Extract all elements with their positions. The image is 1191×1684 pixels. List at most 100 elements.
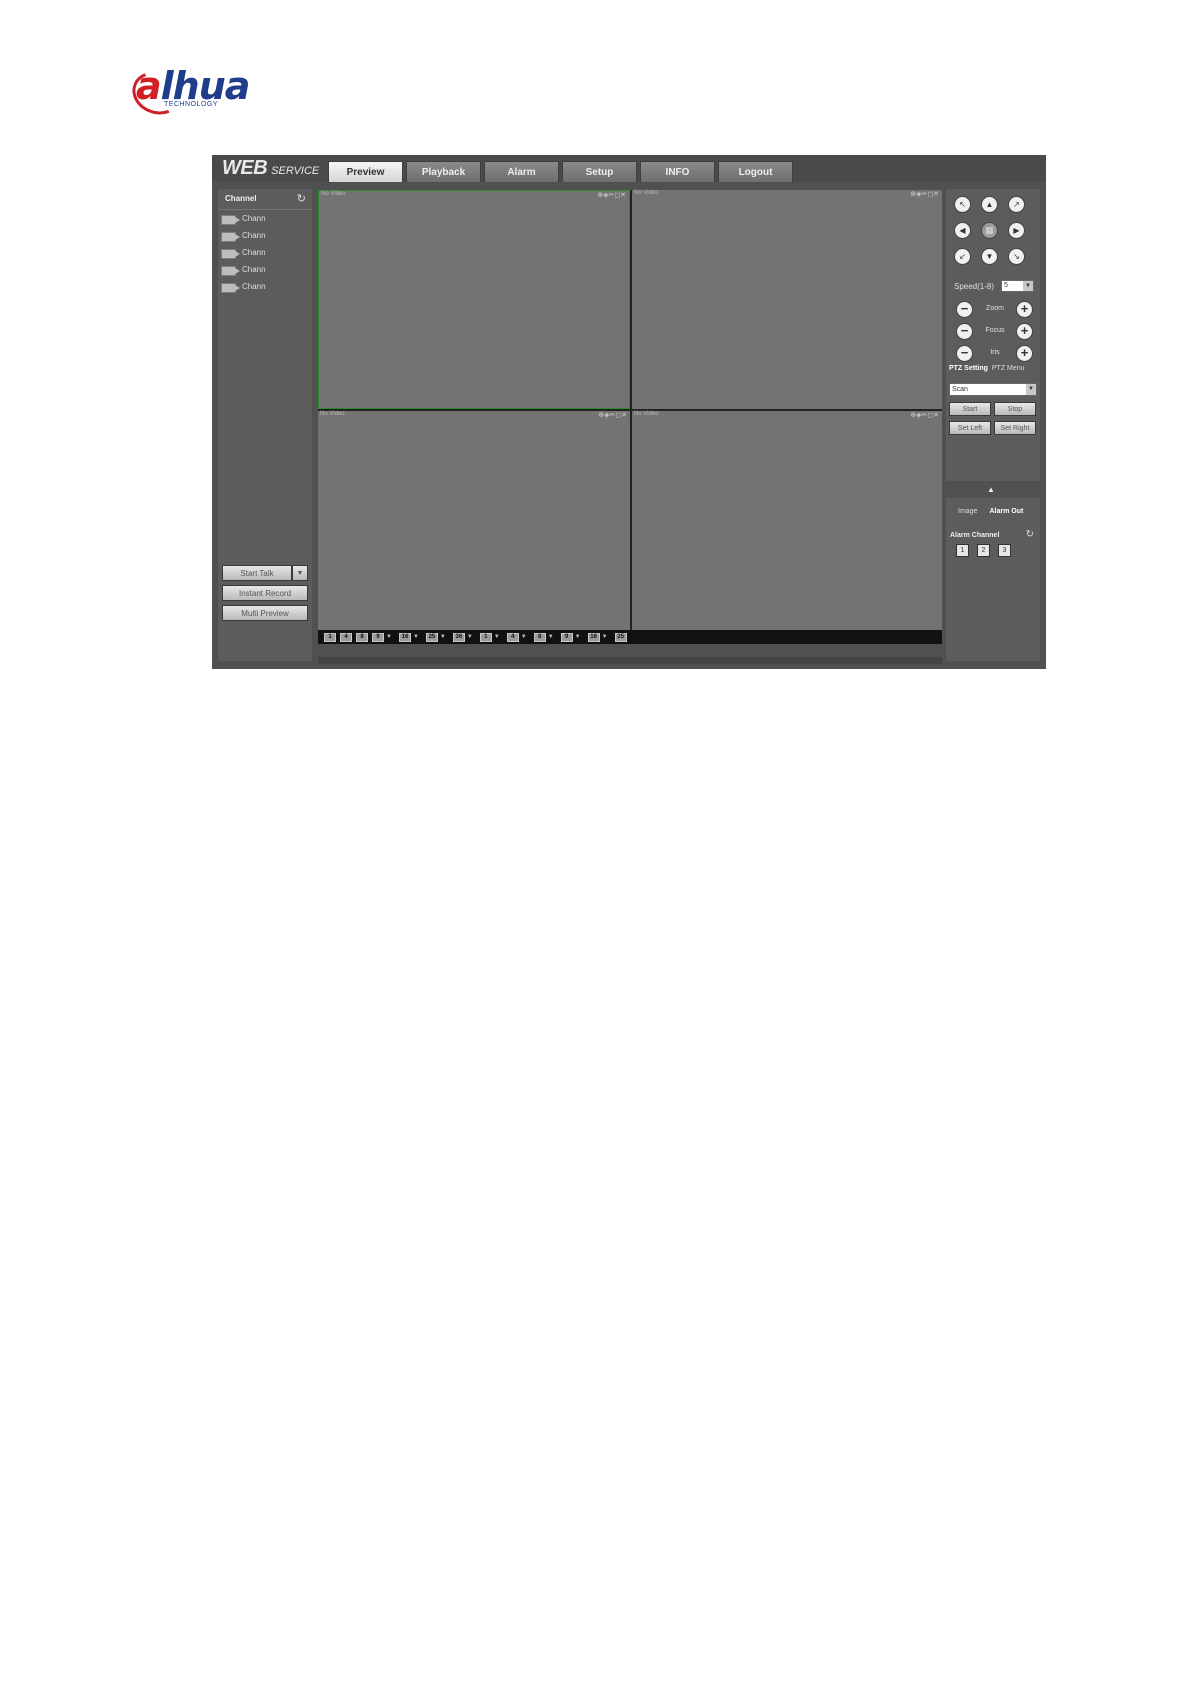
alarm-channel-label: Alarm Channel: [950, 532, 1000, 539]
video-window-controls-icon[interactable]: ⊕◈✂◻✕: [910, 411, 939, 419]
talk-dropdown-icon[interactable]: ▼: [292, 565, 308, 581]
speed-value: 5: [1004, 282, 1008, 289]
video-window-controls-icon[interactable]: ⊕◈✂◻✕: [597, 191, 626, 199]
set-right-button[interactable]: Set Right: [994, 421, 1036, 435]
alarm-channel-button[interactable]: 1: [956, 544, 969, 557]
start-talk-button[interactable]: Start Talk: [222, 565, 292, 581]
focus-plus-icon[interactable]: +: [1016, 323, 1033, 340]
stop-button[interactable]: Stop: [994, 402, 1036, 416]
tab-preview[interactable]: Preview: [328, 161, 403, 182]
main-tabs: Preview Playback Alarm Setup INFO Logout: [328, 161, 793, 182]
channel-item[interactable]: Chann: [218, 212, 312, 229]
collapse-arrow-icon[interactable]: ▲: [956, 485, 1026, 494]
video-window-controls-icon[interactable]: ⊕◈✂◻✕: [910, 190, 939, 198]
channel-item[interactable]: Chann: [218, 263, 312, 280]
zoom-out-icon[interactable]: −: [956, 301, 973, 318]
layout-icon[interactable]: 16: [587, 632, 600, 642]
tab-ptz-menu[interactable]: PTZ Menu: [992, 365, 1025, 372]
camera-icon: [221, 249, 240, 259]
tab-ptz-setting[interactable]: PTZ Setting: [949, 365, 988, 372]
layout-icon[interactable]: 36: [452, 632, 465, 642]
dropdown-arrow-icon[interactable]: ▼: [467, 634, 473, 640]
dropdown-arrow-icon[interactable]: ▼: [548, 634, 554, 640]
refresh-icon[interactable]: ↻: [1026, 529, 1034, 540]
alarm-channel-button[interactable]: 3: [998, 544, 1011, 557]
web-service-brand: WEB SERVICE: [222, 157, 319, 180]
tab-logout[interactable]: Logout: [718, 161, 793, 182]
camera-icon: [221, 215, 240, 225]
image-alarm-tabs: Image Alarm Out: [958, 508, 1023, 515]
set-left-button[interactable]: Set Left: [949, 421, 991, 435]
dropdown-arrow-icon[interactable]: ▼: [386, 634, 392, 640]
video-window-controls-icon[interactable]: ⊕◈✂◻✕: [598, 411, 627, 419]
video-grid: No Video ⊕◈✂◻✕ No Video ⊕◈✂◻✕ No Video ⊕…: [318, 190, 942, 638]
layout-icon[interactable]: 8: [533, 632, 546, 642]
tab-info[interactable]: INFO: [640, 161, 715, 182]
brand-service: SERVICE: [271, 165, 320, 177]
video-title: No Video: [321, 191, 346, 197]
layout-icon[interactable]: 4: [340, 632, 352, 642]
layout-icon[interactable]: 25: [425, 632, 438, 642]
channel-panel: Channel ↻ Chann Chann Chann Chann Chann …: [218, 189, 312, 661]
start-button[interactable]: Start: [949, 402, 991, 416]
top-bar: WEB SERVICE Preview Playback Alarm Setup …: [212, 155, 1046, 182]
ptz-down-left-icon[interactable]: ↙: [954, 248, 971, 265]
channel-item[interactable]: Chann: [218, 280, 312, 297]
layout-icon[interactable]: 1: [324, 632, 336, 642]
layout-icon[interactable]: 9: [560, 632, 573, 642]
iris-plus-icon[interactable]: +: [1016, 345, 1033, 362]
channel-item[interactable]: Chann: [218, 229, 312, 246]
tab-alarm-out[interactable]: Alarm Out: [989, 508, 1023, 515]
layout-icon[interactable]: 4: [506, 632, 519, 642]
channel-item[interactable]: Chann: [218, 246, 312, 263]
video-window[interactable]: No Video ⊕◈✂◻✕: [318, 190, 630, 409]
channel-header: Channel ↻: [218, 189, 312, 210]
dropdown-arrow-icon[interactable]: ▼: [575, 634, 581, 640]
iris-minus-icon[interactable]: −: [956, 345, 973, 362]
ptz-up-left-icon[interactable]: ↖: [954, 196, 971, 213]
ptz-up-right-icon[interactable]: ↗: [1008, 196, 1025, 213]
channel-label: Chann: [242, 214, 266, 223]
speed-select[interactable]: 5 ▼: [1001, 280, 1034, 292]
channel-list: Chann Chann Chann Chann Chann: [218, 212, 312, 297]
chevron-down-icon: ▼: [1023, 281, 1033, 291]
video-window[interactable]: No Video ⊕◈✂◻✕: [632, 411, 942, 638]
web-service-window: WEB SERVICE Preview Playback Alarm Setup …: [212, 155, 1046, 669]
layout-icon[interactable]: 25: [614, 632, 627, 642]
dropdown-arrow-icon[interactable]: ▼: [602, 634, 608, 640]
ptz-down-right-icon[interactable]: ↘: [1008, 248, 1025, 265]
dropdown-arrow-icon[interactable]: ▼: [413, 634, 419, 640]
instant-record-button[interactable]: Instant Record: [222, 585, 308, 601]
ptz-function-select[interactable]: Scan ▼: [949, 383, 1037, 396]
layout-icon[interactable]: 16: [398, 632, 411, 642]
tab-setup[interactable]: Setup: [562, 161, 637, 182]
layout-icon[interactable]: 8: [356, 632, 368, 642]
channel-label: Chann: [242, 248, 266, 257]
layout-icon[interactable]: 9: [372, 632, 384, 642]
channel-label: Chann: [242, 231, 266, 240]
tab-image[interactable]: Image: [958, 508, 977, 515]
dropdown-arrow-icon[interactable]: ▼: [521, 634, 527, 640]
tab-playback[interactable]: Playback: [406, 161, 481, 182]
iris-row: − Iris +: [956, 345, 1036, 363]
tab-alarm[interactable]: Alarm: [484, 161, 559, 182]
zoom-in-icon[interactable]: +: [1016, 301, 1033, 318]
refresh-icon[interactable]: ↻: [297, 192, 306, 205]
status-strip: [318, 657, 942, 664]
ptz-left-icon[interactable]: ◀: [954, 222, 971, 239]
ptz-down-icon[interactable]: ▼: [981, 248, 998, 265]
dropdown-arrow-icon[interactable]: ▼: [494, 634, 500, 640]
ptz-up-icon[interactable]: ▲: [981, 196, 998, 213]
video-window[interactable]: No Video ⊕◈✂◻✕: [318, 411, 630, 638]
ptz-right-icon[interactable]: ▶: [1008, 222, 1025, 239]
layout-icon[interactable]: 1: [479, 632, 492, 642]
logo-subtitle: TECHNOLOGY: [164, 101, 219, 108]
dropdown-arrow-icon[interactable]: ▼: [440, 634, 446, 640]
multi-preview-button[interactable]: Multi Preview: [222, 605, 308, 621]
video-title: No Video: [634, 411, 659, 417]
channel-title: Channel: [225, 194, 257, 203]
focus-minus-icon[interactable]: −: [956, 323, 973, 340]
alarm-channel-button[interactable]: 2: [977, 544, 990, 557]
video-window[interactable]: No Video ⊕◈✂◻✕: [632, 190, 942, 409]
ptz-center-icon[interactable]: ▦: [981, 222, 998, 239]
